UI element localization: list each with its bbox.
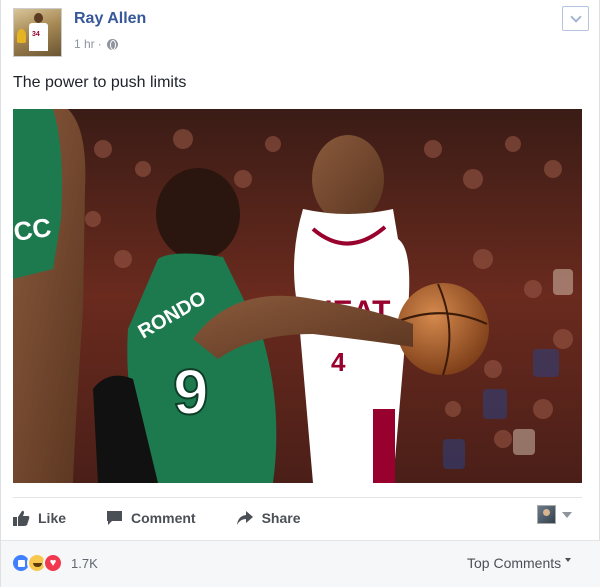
- comment-sort-dropdown[interactable]: Top Comments: [467, 555, 572, 571]
- post-options-button[interactable]: [562, 6, 589, 31]
- comment-sort-label: Top Comments: [467, 555, 562, 571]
- green-jersey-number: 9: [173, 356, 209, 428]
- actions-divider-top: [13, 497, 582, 498]
- globe-icon[interactable]: [106, 38, 118, 50]
- post-photo[interactable]: CC HEAT 4 RONDO 9: [13, 109, 582, 483]
- left-jersey-text: CC: [13, 212, 53, 247]
- thumbs-up-icon: [13, 510, 30, 526]
- post-as-selector[interactable]: [537, 505, 572, 524]
- white-jersey-number: 4: [331, 347, 346, 377]
- chevron-down-icon: [569, 10, 582, 23]
- comment-label: Comment: [131, 510, 196, 526]
- share-label: Share: [261, 510, 301, 526]
- viewer-avatar: [537, 505, 556, 524]
- author-avatar[interactable]: 34: [13, 8, 62, 57]
- trophy-icon: [17, 29, 26, 43]
- author-name[interactable]: Ray Allen: [74, 10, 146, 28]
- comment-icon: [107, 511, 123, 525]
- reactions-summary[interactable]: 1.7K: [11, 553, 98, 573]
- share-button[interactable]: Share: [236, 510, 301, 526]
- post-actions-bar: Like Comment Share: [13, 500, 582, 536]
- like-button[interactable]: Like: [13, 510, 66, 526]
- post-card: 34 Ray Allen 1 hr · The power to push li…: [0, 0, 600, 587]
- post-text: The power to push limits: [13, 74, 187, 91]
- post-meta: 1 hr ·: [74, 37, 118, 51]
- caret-down-icon: [565, 558, 572, 562]
- meta-separator: ·: [97, 37, 102, 51]
- post-footer: 1.7K Top Comments: [1, 540, 600, 587]
- reaction-count[interactable]: 1.7K: [71, 556, 98, 571]
- share-arrow-icon: [236, 511, 253, 525]
- caret-down-icon: [562, 511, 572, 518]
- love-reaction-icon: [43, 553, 63, 573]
- post-time[interactable]: 1 hr: [74, 37, 95, 51]
- comment-button[interactable]: Comment: [106, 510, 196, 526]
- like-label: Like: [38, 510, 67, 526]
